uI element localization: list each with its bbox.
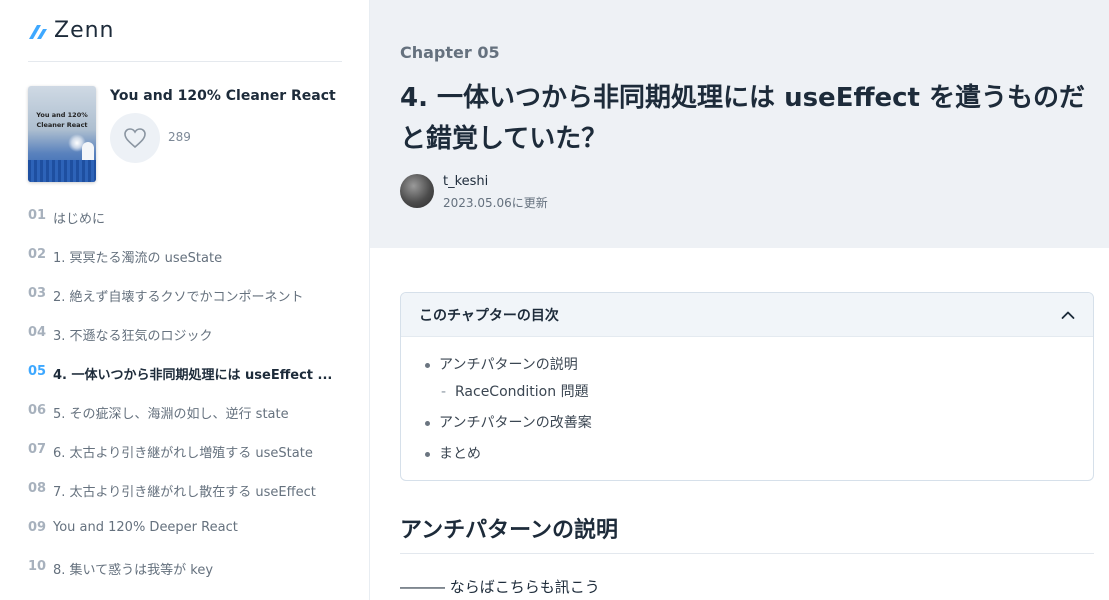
sidebar: Zenn You and 120% Cleaner React You and … (0, 0, 370, 600)
chapter-header: Chapter 05 4. 一体いつから非同期処理には useEffect を遣… (370, 0, 1109, 248)
chapter-label: はじめに (53, 212, 106, 227)
author-avatar[interactable] (400, 174, 434, 208)
chapter-item-08[interactable]: 08 7. 太古より引き継がれし散在する useEffect (28, 481, 348, 520)
cover-sea (28, 160, 96, 182)
chapter-number: 09 (28, 520, 47, 535)
chapter-label: 2. 絶えず自壊するクソでかコンポーネント (53, 290, 304, 305)
chapter-number: 01 (28, 208, 47, 223)
like-button[interactable] (110, 113, 160, 163)
chapter-toc-title: このチャプターの目次 (419, 307, 559, 324)
book-title[interactable]: You and 120% Cleaner React (110, 88, 336, 104)
chapter-item-03[interactable]: 03 2. 絶えず自壊するクソでかコンポーネント (28, 286, 348, 325)
chapter-toc-box: このチャプターの目次 アンチパターンの説明RaceCondition 問題アンチ… (400, 292, 1094, 481)
chapter-label: 1. 冥冥たる濁流の useState (53, 251, 223, 266)
chapter-label: You and 120% Deeper React (53, 520, 238, 535)
toc-link[interactable]: まとめ (421, 444, 1093, 464)
body-paragraph: ――― ならばこちらも訊こう (400, 578, 600, 596)
chapter-item-01[interactable]: 01 はじめに (28, 208, 348, 247)
chapter-label: Chapter 05 (400, 43, 500, 62)
chapter-label: 4. 一体いつから非同期処理には useEffect ... (53, 368, 333, 383)
chapter-number: 05 (28, 364, 47, 379)
chapter-label: 5. その疵深し、海淵の如し、逆行 state (53, 407, 289, 422)
heart-icon (124, 128, 146, 149)
chapter-label: 7. 太古より引き継がれし散在する useEffect (53, 485, 316, 500)
chapter-item-09[interactable]: 09 You and 120% Deeper React (28, 520, 348, 559)
book-cover[interactable]: You and 120% Cleaner React (28, 86, 96, 182)
toc-link[interactable]: RaceCondition 問題 (441, 382, 1093, 402)
chapter-item-02[interactable]: 02 1. 冥冥たる濁流の useState (28, 247, 348, 286)
chapter-item-06[interactable]: 06 5. その疵深し、海淵の如し、逆行 state (28, 403, 348, 442)
chapter-item-10[interactable]: 10 8. 集いて惑うは我等が key (28, 559, 348, 598)
section-heading: アンチパターンの説明 (400, 518, 619, 543)
book-cover-title: You and 120% Cleaner React (36, 111, 88, 129)
chapter-number: 03 (28, 286, 47, 301)
zenn-logo-icon (29, 24, 47, 39)
chapter-number: 04 (28, 325, 47, 340)
logo-text: Zenn (54, 18, 115, 43)
chapter-item-05[interactable]: 05 4. 一体いつから非同期処理には useEffect ... (28, 364, 348, 403)
updated-date: 2023.05.06に更新 (443, 196, 548, 210)
chapter-number: 08 (28, 481, 47, 496)
chapter-label: 3. 不遜なる狂気のロジック (53, 329, 213, 344)
sidebar-divider (28, 61, 342, 62)
chapter-item-04[interactable]: 04 3. 不遜なる狂気のロジック (28, 325, 348, 364)
chapter-title: 4. 一体いつから非同期処理には useEffect を遣うものだと錯覚していた… (400, 83, 1086, 154)
chevron-up-icon[interactable] (1061, 310, 1075, 320)
chapter-number: 10 (28, 559, 47, 574)
section-divider (400, 553, 1094, 554)
main-content: Chapter 05 4. 一体いつから非同期処理には useEffect を遣… (370, 0, 1109, 600)
author-name[interactable]: t_keshi (443, 174, 488, 189)
toc-link[interactable]: アンチパターンの改善案 (421, 413, 1093, 433)
chapter-list: 01 はじめに 02 1. 冥冥たる濁流の useState 03 2. 絶えず自壊するク… (28, 208, 348, 598)
like-count: 289 (168, 130, 191, 144)
chapter-number: 07 (28, 442, 47, 457)
chapter-number: 02 (28, 247, 47, 262)
chapter-toc-header[interactable]: このチャプターの目次 (401, 293, 1093, 337)
chapter-number: 06 (28, 403, 47, 418)
chapter-item-07[interactable]: 07 6. 太古より引き継がれし増殖する useState (28, 442, 348, 481)
chapter-toc-list: アンチパターンの説明 RaceCondition 問題アンチパターンの改善案まとめ (401, 337, 1093, 464)
zenn-logo[interactable]: Zenn (28, 18, 115, 43)
toc-link[interactable]: アンチパターンの説明 (421, 355, 1093, 375)
chapter-label: 6. 太古より引き継がれし増殖する useState (53, 446, 313, 461)
chapter-label: 8. 集いて惑うは我等が key (53, 563, 214, 578)
